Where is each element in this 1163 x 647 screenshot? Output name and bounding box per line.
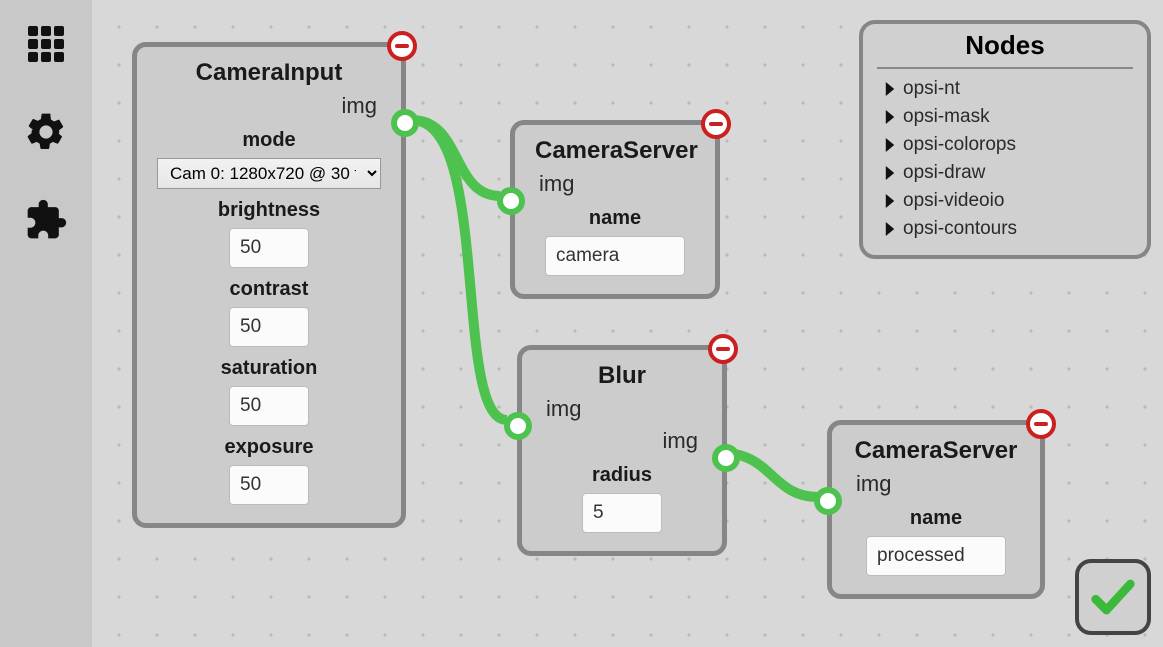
plugins-button[interactable]	[22, 196, 70, 244]
nodes-item-label: opsi-contours	[903, 218, 1017, 240]
node-blur[interactable]: Blur img img radius	[517, 345, 727, 556]
field-label-name: name	[852, 507, 1020, 530]
nodes-item-label: opsi-nt	[903, 78, 960, 100]
chevron-right-icon	[883, 166, 897, 180]
grid-menu-button[interactable]	[22, 20, 70, 68]
radius-input[interactable]	[582, 493, 662, 533]
delete-node-button[interactable]	[1026, 409, 1056, 439]
node-camera-server-2[interactable]: CameraServer img name	[827, 420, 1045, 599]
chevron-right-icon	[883, 194, 897, 208]
mode-select[interactable]: Cam 0: 1280x720 @ 30 fps	[157, 158, 381, 189]
chevron-right-icon	[883, 138, 897, 152]
input-port-handle[interactable]	[504, 412, 532, 440]
field-label-brightness: brightness	[157, 199, 381, 222]
chevron-right-icon	[883, 110, 897, 124]
sidebar	[0, 0, 92, 647]
name-input[interactable]	[866, 536, 1006, 576]
output-port-label: img	[542, 428, 702, 454]
node-camera-server-1[interactable]: CameraServer img name	[510, 120, 720, 299]
field-label-mode: mode	[157, 129, 381, 152]
check-icon	[1087, 571, 1139, 623]
field-label-radius: radius	[542, 464, 702, 487]
nodes-panel-title: Nodes	[877, 30, 1133, 69]
field-label-saturation: saturation	[157, 357, 381, 380]
nodes-category-opsi-nt[interactable]: opsi-nt	[877, 75, 1133, 103]
chevron-right-icon	[883, 222, 897, 236]
input-port-handle[interactable]	[497, 187, 525, 215]
gear-icon	[24, 110, 68, 154]
nodes-category-opsi-videoio[interactable]: opsi-videoio	[877, 187, 1133, 215]
output-port-handle[interactable]	[712, 444, 740, 472]
input-port-label: img	[535, 171, 695, 197]
name-input[interactable]	[545, 236, 685, 276]
delete-node-button[interactable]	[387, 31, 417, 61]
node-title: CameraServer	[852, 437, 1020, 465]
output-port-handle[interactable]	[391, 109, 419, 137]
input-port-handle[interactable]	[814, 487, 842, 515]
chevron-right-icon	[883, 82, 897, 96]
nodes-item-label: opsi-colorops	[903, 134, 1016, 156]
canvas[interactable]: CameraInput img mode Cam 0: 1280x720 @ 3…	[92, 0, 1163, 647]
field-label-exposure: exposure	[157, 436, 381, 459]
nodes-item-label: opsi-videoio	[903, 190, 1004, 212]
nodes-category-opsi-contours[interactable]: opsi-contours	[877, 215, 1133, 243]
field-label-name: name	[535, 207, 695, 230]
nodes-item-label: opsi-mask	[903, 106, 990, 128]
node-title: CameraServer	[535, 137, 695, 165]
nodes-category-opsi-mask[interactable]: opsi-mask	[877, 103, 1133, 131]
field-label-contrast: contrast	[157, 278, 381, 301]
saturation-input[interactable]	[229, 386, 309, 426]
delete-node-button[interactable]	[708, 334, 738, 364]
node-title: Blur	[542, 362, 702, 390]
nodes-category-opsi-draw[interactable]: opsi-draw	[877, 159, 1133, 187]
contrast-input[interactable]	[229, 307, 309, 347]
exposure-input[interactable]	[229, 465, 309, 505]
plugin-icon	[24, 198, 68, 242]
output-port-label: img	[157, 93, 381, 119]
nodes-panel: Nodes opsi-nt opsi-mask opsi-colorops op…	[859, 20, 1151, 259]
node-camera-input[interactable]: CameraInput img mode Cam 0: 1280x720 @ 3…	[132, 42, 406, 528]
input-port-label: img	[542, 396, 702, 422]
confirm-button[interactable]	[1075, 559, 1151, 635]
nodes-item-label: opsi-draw	[903, 162, 985, 184]
delete-node-button[interactable]	[701, 109, 731, 139]
node-title: CameraInput	[157, 59, 381, 87]
grid-icon	[26, 24, 66, 64]
brightness-input[interactable]	[229, 228, 309, 268]
nodes-category-opsi-colorops[interactable]: opsi-colorops	[877, 131, 1133, 159]
settings-button[interactable]	[22, 108, 70, 156]
input-port-label: img	[852, 471, 1020, 497]
